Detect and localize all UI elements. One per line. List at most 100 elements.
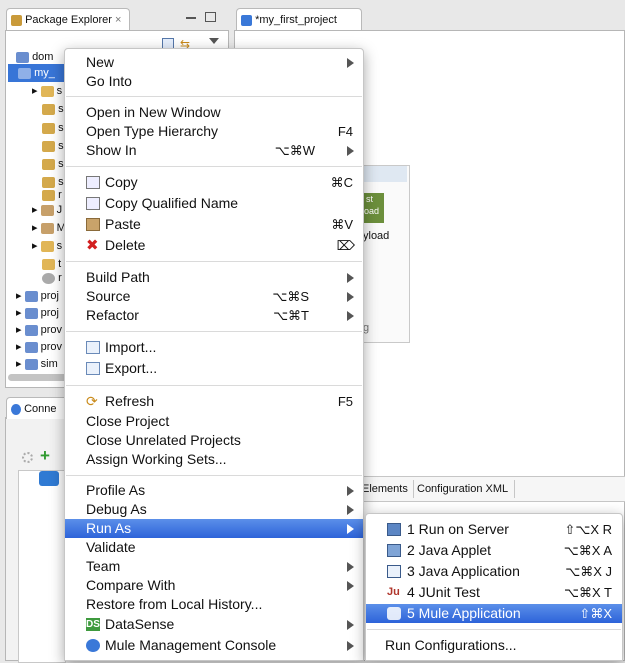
library-icon — [40, 222, 54, 234]
menu-item-import[interactable]: Import... — [65, 338, 363, 357]
project-icon — [16, 51, 29, 63]
minimize-icon[interactable] — [186, 17, 196, 19]
tree-item[interactable]: r — [42, 269, 62, 287]
submenu-item-run-on-server[interactable]: 1 Run on Server ⇧⌥X R — [366, 520, 622, 539]
tree-item[interactable]: ▸ proj — [16, 304, 59, 322]
globe-icon[interactable] — [39, 471, 59, 486]
submenu-item-java-applet[interactable]: 2 Java Applet ⌥⌘X A — [366, 541, 622, 560]
package-explorer-icon — [11, 14, 22, 26]
package-explorer-tab[interactable]: Package Explorer × — [6, 8, 130, 30]
submenu-arrow-icon — [347, 581, 354, 591]
menu-item-refactor[interactable]: Refactor ⌥⌘T — [65, 306, 363, 325]
menu-item-team[interactable]: Team — [65, 557, 363, 576]
set-payload-icon: st load — [362, 193, 384, 223]
tree-item[interactable]: ▸ J — [32, 201, 62, 219]
menu-item-run-as[interactable]: Run As — [65, 519, 363, 538]
library-icon — [40, 204, 54, 216]
gear-icon[interactable] — [22, 452, 33, 463]
menu-item-debug-as[interactable]: Debug As — [65, 500, 363, 519]
canvas-text: yload — [363, 230, 390, 242]
menu-item-refresh[interactable]: ⟳ Refresh F5 — [65, 392, 363, 411]
submenu-arrow-icon — [347, 311, 354, 321]
submenu-arrow-icon — [347, 620, 354, 630]
refresh-icon: ⟳ — [86, 393, 98, 409]
view-menu-icon[interactable] — [209, 38, 219, 44]
menu-item-mule-management-console[interactable]: Mule Management Console — [65, 636, 363, 655]
package-explorer-title: Package Explorer — [25, 14, 112, 26]
submenu-item-run-configurations[interactable]: Run Configurations... — [366, 636, 622, 655]
canvas-text: st — [366, 194, 374, 204]
menu-item-new[interactable]: New — [65, 53, 363, 72]
server-icon — [387, 523, 401, 536]
menu-item-validate[interactable]: Validate — [65, 538, 363, 557]
menu-item-datasense[interactable]: DS DataSense — [65, 615, 363, 634]
submenu-arrow-icon — [347, 505, 354, 515]
menu-item-open-in-new-window[interactable]: Open in New Window — [65, 103, 363, 122]
submenu-arrow-icon — [347, 146, 354, 156]
menu-item-go-into[interactable]: Go Into — [65, 72, 363, 91]
submenu-arrow-icon — [347, 486, 354, 496]
menu-item-compare-with[interactable]: Compare With — [65, 576, 363, 595]
tree-item[interactable]: ▸ s — [32, 82, 62, 100]
canvas-text: load — [362, 206, 380, 216]
connections-tab[interactable]: Conne — [6, 397, 68, 419]
tree-item[interactable]: ▸ sim — [16, 355, 58, 373]
package-icon — [42, 158, 55, 170]
submenu-item-mule-application[interactable]: 5 Mule Application ⇧⌘X — [366, 604, 622, 623]
submenu-arrow-icon — [347, 292, 354, 302]
tree-item[interactable]: s — [42, 155, 64, 173]
project-icon — [24, 324, 38, 336]
menu-item-assign-working-sets[interactable]: Assign Working Sets... — [65, 450, 363, 469]
tree-item[interactable]: s — [42, 137, 64, 155]
package-icon — [42, 103, 55, 115]
mule-console-icon — [86, 639, 100, 652]
menu-item-copy[interactable]: Copy ⌘C — [65, 173, 363, 192]
tab-configuration-xml[interactable]: Configuration XML — [417, 480, 516, 498]
tree-item[interactable]: ▸ prov — [16, 321, 62, 339]
junit-icon: Ju — [387, 586, 400, 598]
tab-elements[interactable]: Elements — [362, 480, 414, 498]
menu-item-show-in[interactable]: Show In ⌥⌘W — [65, 141, 363, 160]
tree-item[interactable]: ▸ s — [32, 237, 62, 255]
menu-item-source[interactable]: Source ⌥⌘S — [65, 287, 363, 306]
tree-item[interactable]: ▸ proj — [16, 287, 59, 305]
add-icon[interactable]: + — [40, 446, 50, 466]
close-icon[interactable]: × — [115, 14, 121, 26]
menu-item-close-project[interactable]: Close Project — [65, 412, 363, 431]
submenu-arrow-icon — [347, 562, 354, 572]
menu-item-paste[interactable]: Paste ⌘V — [65, 215, 363, 234]
submenu-arrow-icon — [347, 58, 354, 68]
menu-separator — [367, 629, 621, 630]
gear-icon — [42, 272, 55, 284]
tree-item[interactable]: s — [42, 100, 64, 118]
editor-tab-title: *my_first_project — [255, 14, 337, 26]
connections-icon — [11, 403, 21, 415]
paste-icon — [86, 218, 100, 231]
menu-item-build-path[interactable]: Build Path — [65, 268, 363, 287]
submenu-item-junit-test[interactable]: Ju 4 JUnit Test ⌥⌘X T — [366, 583, 622, 602]
menu-item-open-type-hierarchy[interactable]: Open Type Hierarchy F4 — [65, 122, 363, 141]
folder-icon — [40, 85, 54, 97]
tree-item[interactable]: s — [42, 119, 64, 137]
menu-separator — [66, 331, 362, 332]
package-icon — [42, 140, 55, 152]
horizontal-scrollbar[interactable] — [8, 374, 68, 381]
menu-separator — [66, 475, 362, 476]
folder-icon — [40, 240, 54, 252]
maximize-icon[interactable] — [205, 12, 216, 22]
tree-item[interactable]: ▸ M — [32, 219, 66, 237]
menu-separator — [66, 166, 362, 167]
menu-item-delete[interactable]: ✖ Delete ⌦ — [65, 236, 363, 255]
delete-icon: ✖ — [86, 237, 99, 254]
menu-item-copy-qualified-name[interactable]: Copy Qualified Name — [65, 194, 363, 213]
editor-tab[interactable]: *my_first_project — [236, 8, 362, 30]
menu-item-restore-from-local-history[interactable]: Restore from Local History... — [65, 595, 363, 614]
java-app-icon — [387, 565, 401, 578]
export-icon — [86, 362, 100, 375]
tree-item[interactable]: ▸ prov — [16, 338, 62, 356]
menu-item-close-unrelated-projects[interactable]: Close Unrelated Projects — [65, 431, 363, 450]
connections-title: Conne — [24, 403, 57, 415]
menu-item-export[interactable]: Export... — [65, 359, 363, 378]
submenu-item-java-application[interactable]: 3 Java Application ⌥⌘X J — [366, 562, 622, 581]
menu-item-profile-as[interactable]: Profile As — [65, 481, 363, 500]
